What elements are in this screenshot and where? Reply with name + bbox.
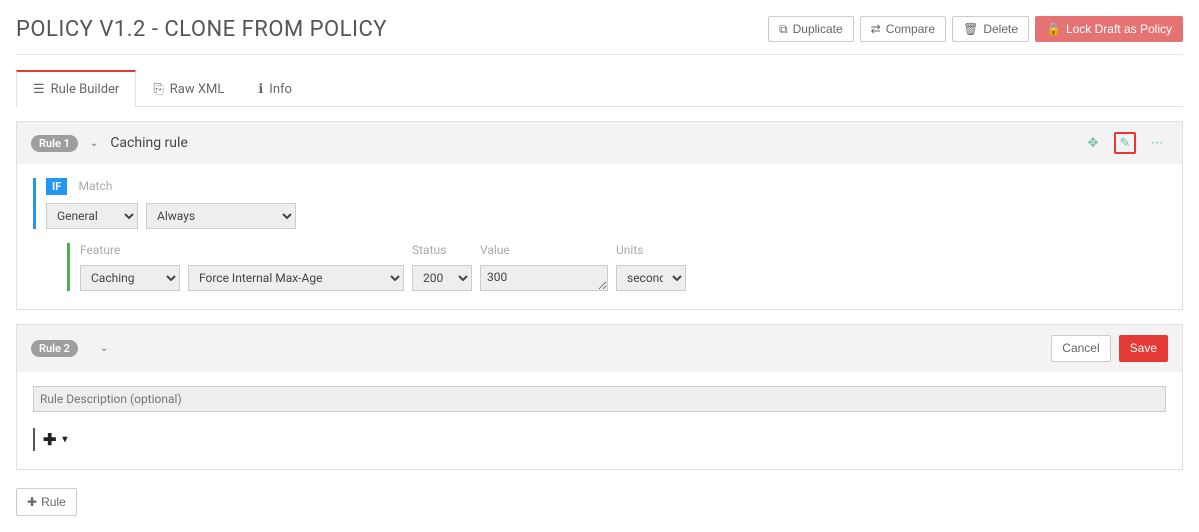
delete-button[interactable]: 🗑 Delete — [952, 16, 1029, 42]
rule-1-collapse-toggle[interactable]: ⌄ — [90, 138, 98, 149]
match-label: Match — [79, 179, 113, 193]
add-rule-label: Rule — [41, 495, 66, 509]
status-heading: Status — [412, 243, 472, 257]
status-select[interactable]: 200 — [412, 265, 472, 291]
chevron-down-icon: ▾ — [62, 434, 67, 445]
copy-icon: ⧉ — [779, 23, 788, 35]
rule-description-input[interactable] — [33, 386, 1166, 412]
match-header-row: IF Match — [46, 178, 1166, 195]
rule-1-header: Rule 1 ⌄ Caching rule ✥ ✎ ⋯ — [17, 122, 1182, 164]
rule-1-badge: Rule 1 — [31, 135, 78, 152]
tab-bar: ☰ Rule Builder ⎘ Raw XML ℹ Info — [16, 69, 1183, 107]
rule-2-panel: Rule 2 ⌄ Cancel Save ✚ ▾ — [16, 324, 1183, 469]
feature-heading: Feature — [80, 243, 404, 257]
plus-icon: ✚ — [43, 430, 56, 449]
code-icon: ⎘ — [153, 83, 163, 96]
trash-icon: 🗑 — [963, 23, 978, 35]
duplicate-label: Duplicate — [793, 22, 843, 36]
rule-1-title: Caching rule — [110, 135, 188, 151]
page-title: POLICY V1.2 - CLONE FROM POLICY — [16, 17, 387, 42]
save-label: Save — [1130, 341, 1157, 355]
match-block: IF Match General Always — [33, 178, 1166, 229]
page-header: POLICY V1.2 - CLONE FROM POLICY ⧉ Duplic… — [16, 16, 1183, 55]
tab-raw-xml-label: Raw XML — [170, 82, 225, 97]
delete-label: Delete — [983, 22, 1018, 36]
edit-rule-button[interactable]: ✎ — [1114, 132, 1136, 154]
lock-draft-button[interactable]: 🔒 Lock Draft as Policy — [1035, 16, 1183, 42]
add-condition-button[interactable]: ✚ ▾ — [33, 428, 73, 451]
feature-block: Feature Status Value Units Caching Force… — [67, 243, 1166, 291]
compare-icon: ⇄ — [871, 23, 881, 35]
tab-rule-builder-label: Rule Builder — [51, 82, 120, 97]
duplicate-button[interactable]: ⧉ Duplicate — [768, 16, 854, 42]
cancel-label: Cancel — [1062, 341, 1099, 355]
rule-2-badge: Rule 2 — [31, 340, 78, 357]
cancel-button[interactable]: Cancel — [1051, 335, 1110, 361]
save-button[interactable]: Save — [1119, 335, 1168, 361]
compare-label: Compare — [886, 22, 935, 36]
value-heading: Value — [480, 243, 608, 257]
value-input[interactable]: 300 — [480, 265, 608, 291]
units-select[interactable]: seconds — [616, 265, 686, 291]
info-icon: ℹ — [258, 83, 263, 96]
if-tag: IF — [46, 178, 67, 195]
rule-2-actions: Cancel Save — [1051, 335, 1168, 361]
tab-info-label: Info — [269, 82, 292, 97]
feature-category-select[interactable]: Caching — [80, 265, 180, 291]
feature-name-select[interactable]: Force Internal Max-Age — [188, 265, 404, 291]
tab-rule-builder[interactable]: ☰ Rule Builder — [16, 70, 136, 107]
rule-2-collapse-toggle[interactable]: ⌄ — [100, 343, 108, 354]
tab-raw-xml[interactable]: ⎘ Raw XML — [136, 70, 241, 107]
match-selects-row: General Always — [46, 203, 1166, 229]
match-category-select[interactable]: General — [46, 203, 138, 229]
rule-1-tools: ✥ ✎ ⋯ — [1082, 132, 1168, 154]
compare-button[interactable]: ⇄ Compare — [860, 16, 946, 42]
feature-inputs-row: Caching Force Internal Max-Age 200 300 s… — [80, 265, 1166, 291]
units-heading: Units — [616, 243, 686, 257]
tab-info[interactable]: ℹ Info — [241, 70, 309, 107]
add-rule-button[interactable]: ✚ Rule — [16, 488, 77, 516]
move-icon[interactable]: ✥ — [1082, 132, 1104, 154]
rule-1-body: IF Match General Always Feature Status V… — [17, 164, 1182, 309]
rule-2-body: ✚ ▾ — [17, 372, 1182, 469]
rule-1-panel: Rule 1 ⌄ Caching rule ✥ ✎ ⋯ IF Match Gen… — [16, 121, 1183, 310]
lock-label: Lock Draft as Policy — [1066, 22, 1172, 36]
plus-icon: ✚ — [27, 495, 37, 509]
lock-icon: 🔒 — [1046, 23, 1061, 35]
rule-2-header: Rule 2 ⌄ Cancel Save — [17, 325, 1182, 371]
header-actions: ⧉ Duplicate ⇄ Compare 🗑 Delete 🔒 Lock Dr… — [768, 16, 1183, 42]
more-icon[interactable]: ⋯ — [1146, 132, 1168, 154]
match-condition-select[interactable]: Always — [146, 203, 296, 229]
list-icon: ☰ — [33, 83, 45, 96]
feature-labels-row: Feature Status Value Units — [80, 243, 1166, 257]
add-rule-row: ✚ Rule — [16, 488, 1183, 516]
